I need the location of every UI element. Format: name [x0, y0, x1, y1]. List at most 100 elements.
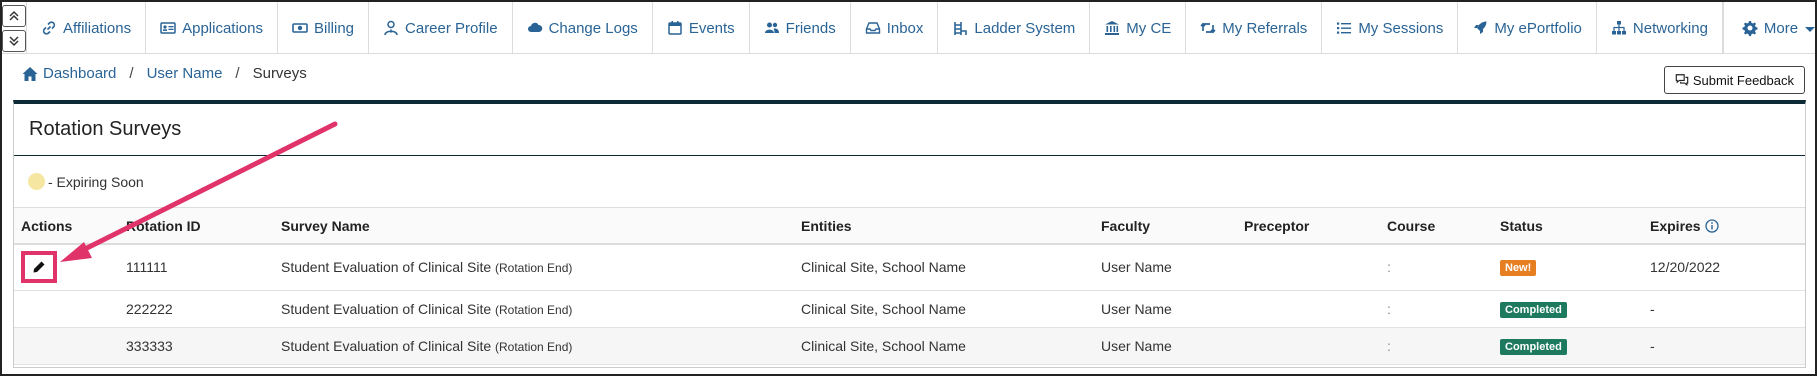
collapse-down-button[interactable]	[2, 29, 26, 52]
nav-more-label: More	[1763, 19, 1799, 37]
survey-name: Student Evaluation of Clinical Site	[281, 259, 492, 276]
collapse-controls	[2, 2, 26, 54]
survey-name-cell: Student Evaluation of Clinical Site (Rot…	[274, 290, 794, 328]
nav-applications[interactable]: Applications	[145, 2, 277, 54]
survey-note: (Rotation End)	[495, 302, 573, 317]
submit-feedback-button[interactable]: Submit Feedback	[1663, 66, 1805, 94]
nav-label: Affiliations	[63, 19, 132, 37]
status-badge: New!	[1500, 260, 1537, 277]
header-expires[interactable]: Expires	[1643, 208, 1805, 245]
preceptor-cell	[1237, 244, 1380, 291]
nav-my-ce[interactable]: My CE	[1089, 2, 1185, 54]
institution-icon	[1105, 21, 1120, 35]
header-entities[interactable]: Entities	[794, 208, 1094, 245]
nav-affiliations[interactable]: Affiliations	[26, 2, 145, 54]
rotation-id-cell: 333333	[119, 327, 274, 365]
actions-cell	[14, 327, 119, 365]
info-circle-icon[interactable]	[1704, 218, 1719, 233]
breadcrumb-user-link[interactable]: User Name	[147, 65, 223, 82]
nav-my-sessions[interactable]: My Sessions	[1321, 2, 1457, 54]
retweet-icon	[1200, 22, 1216, 34]
nav-label: My Referrals	[1222, 19, 1308, 37]
nav-label: My Sessions	[1358, 19, 1444, 37]
survey-note: (Rotation End)	[495, 261, 573, 276]
status-cell: New!	[1493, 244, 1643, 291]
header-rotation-id[interactable]: Rotation ID	[119, 208, 274, 245]
link-icon	[42, 21, 56, 35]
course-cell: :	[1380, 327, 1493, 365]
legend-text: - Expiring Soon	[48, 173, 144, 190]
nav-ladder-system[interactable]: Ladder System	[937, 2, 1089, 54]
status-cell: Completed	[1493, 290, 1643, 328]
top-nav: Affiliations Applications Billing Career…	[2, 2, 1817, 54]
nav-networking[interactable]: Networking	[1595, 2, 1722, 54]
header-status[interactable]: Status	[1493, 208, 1643, 245]
expires-cell: 12/20/2022	[1643, 244, 1805, 291]
calendar-icon	[668, 21, 682, 35]
nav-label: My ePortfolio	[1494, 19, 1582, 37]
nav-label: Ladder System	[974, 19, 1076, 37]
nav-label: Friends	[785, 19, 836, 37]
course-cell: :	[1380, 290, 1493, 328]
table-row: 111111 Student Evaluation of Clinical Si…	[14, 244, 1805, 291]
status-badge: Completed	[1500, 301, 1567, 318]
status-cell: Completed	[1493, 327, 1643, 365]
edit-button[interactable]	[21, 251, 57, 284]
header-faculty[interactable]: Faculty	[1094, 208, 1237, 245]
users-icon	[764, 22, 779, 33]
nav-label: Billing	[313, 19, 355, 37]
caret-down-icon	[1805, 26, 1816, 32]
entities-cell: Clinical Site, School Name	[794, 244, 1094, 291]
nav-billing[interactable]: Billing	[276, 2, 368, 54]
table-header-row: Actions Rotation ID Survey Name Entities…	[14, 208, 1805, 245]
nav-career-profile[interactable]: Career Profile	[368, 2, 512, 54]
nav-change-logs[interactable]: Change Logs	[511, 2, 652, 54]
header-survey-name[interactable]: Survey Name	[274, 208, 794, 245]
list-icon	[1337, 22, 1352, 34]
inbox-icon	[865, 22, 880, 34]
double-chevron-up-icon	[9, 10, 19, 21]
header-actions[interactable]: Actions	[14, 208, 119, 245]
nav-inbox[interactable]: Inbox	[849, 2, 938, 54]
nav-my-referrals[interactable]: My Referrals	[1185, 2, 1321, 54]
entities-cell: Clinical Site, School Name	[794, 327, 1094, 365]
survey-name-cell: Student Evaluation of Clinical Site (Rot…	[274, 327, 794, 365]
rotation-id-cell: 222222	[119, 290, 274, 328]
nav-label: Applications	[182, 19, 263, 37]
nav-label: Networking	[1632, 19, 1708, 37]
table-row: 222222 Student Evaluation of Clinical Si…	[14, 290, 1805, 328]
nav-events[interactable]: Events	[651, 2, 749, 54]
faculty-cell: User Name	[1094, 290, 1237, 328]
nav-friends[interactable]: Friends	[748, 2, 850, 54]
gear-icon	[1742, 21, 1758, 36]
nav-more-dropdown[interactable]: More	[1722, 2, 1817, 54]
comments-icon	[1675, 74, 1689, 86]
sitemap-icon	[1611, 21, 1626, 35]
surveys-table: Actions Rotation ID Survey Name Entities…	[14, 208, 1805, 365]
nav-label: Career Profile	[405, 19, 498, 37]
faculty-cell: User Name	[1094, 244, 1237, 291]
expires-cell: -	[1643, 327, 1805, 365]
rotation-id-cell: 111111	[119, 244, 274, 291]
nav-my-eportfolio[interactable]: My ePortfolio	[1457, 2, 1596, 54]
nav-label: Events	[688, 19, 735, 37]
header-course[interactable]: Course	[1380, 208, 1493, 245]
nav-label: My CE	[1126, 19, 1172, 37]
nav-label: Inbox	[886, 19, 924, 37]
collapse-up-button[interactable]	[2, 4, 26, 27]
actions-cell	[14, 290, 119, 328]
header-preceptor[interactable]: Preceptor	[1237, 208, 1380, 245]
table-row: 333333 Student Evaluation of Clinical Si…	[14, 327, 1805, 365]
ladder-icon	[954, 22, 968, 35]
breadcrumb-dashboard-link[interactable]: Dashboard	[43, 65, 116, 82]
preceptor-cell	[1237, 327, 1380, 365]
rotation-surveys-panel: Rotation Surveys - Expiring Soon Actions…	[13, 100, 1806, 368]
actions-cell	[14, 244, 119, 291]
home-icon	[22, 66, 38, 81]
survey-name-cell: Student Evaluation of Clinical Site (Rot…	[274, 244, 794, 291]
legend: - Expiring Soon	[14, 156, 1805, 208]
nav-label: Change Logs	[548, 19, 638, 37]
faculty-cell: User Name	[1094, 327, 1237, 365]
submit-feedback-label: Submit Feedback	[1692, 72, 1794, 88]
header-expires-label: Expires	[1650, 217, 1701, 234]
